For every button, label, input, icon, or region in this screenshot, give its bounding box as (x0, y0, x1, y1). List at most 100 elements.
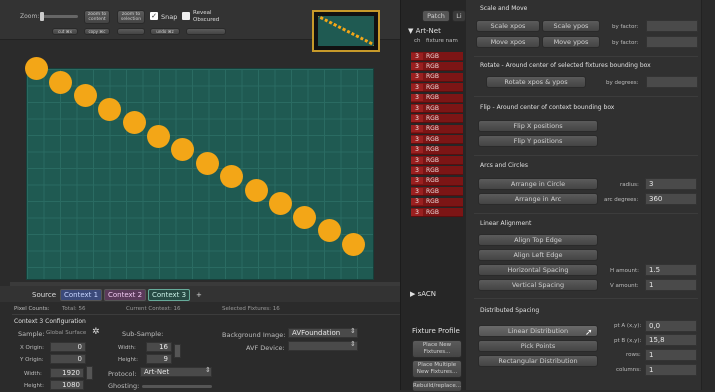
tab-context-2[interactable]: Context 2 (104, 289, 147, 301)
columns-field[interactable]: 1 (645, 364, 697, 376)
sacn-label[interactable]: ▶ sACN (410, 290, 436, 298)
sub-height-field[interactable]: 9 (146, 354, 172, 364)
patch-row[interactable]: 3 RGB (411, 135, 463, 145)
rectangular-distribution-button[interactable]: Rectangular Distribution (478, 355, 598, 367)
arc-degrees-field[interactable]: 360 (645, 193, 697, 205)
radius-field[interactable]: 3 (645, 178, 697, 190)
cut-button[interactable]: cut ⌘x (52, 28, 78, 35)
rebuild-button[interactable]: Rebuild/replace... (412, 380, 462, 392)
height-field[interactable]: 1080 (50, 380, 84, 390)
sub-size-stepper[interactable] (174, 344, 181, 358)
zoom-slider-knob[interactable] (40, 12, 44, 21)
avf-device-select[interactable] (288, 341, 358, 351)
pt-a-field[interactable]: 0,0 (645, 320, 697, 332)
patch-row-fixture: RGB (426, 114, 439, 122)
rotate-degrees-field[interactable] (646, 76, 698, 88)
tab-context-3[interactable]: Context 3 (148, 289, 191, 301)
flip-x-button[interactable]: Flip X positions (478, 120, 598, 132)
vertical-spacing-button[interactable]: Vertical Spacing (478, 279, 598, 291)
patch-row[interactable]: 3 RGB (411, 72, 463, 82)
add-context-button[interactable]: + (192, 289, 206, 301)
undo-button[interactable]: undo ⌘z (150, 28, 180, 35)
redo-button[interactable] (186, 28, 226, 35)
fixture-dot[interactable] (98, 97, 122, 121)
patch-row-fixture: RGB (426, 94, 439, 102)
copy-button[interactable]: copy ⌘c (84, 28, 110, 35)
patch-row[interactable]: 3 RGB (411, 52, 463, 61)
scale-ypos-button[interactable]: Scale ypos (542, 20, 600, 32)
patch-row[interactable]: 3 RGB (411, 62, 463, 72)
sub-width-field[interactable]: 16 (146, 342, 172, 352)
patch-row[interactable]: 3 RGB (411, 93, 463, 103)
pixel-canvas[interactable] (25, 57, 374, 280)
background-image-select[interactable]: AVFoundation (288, 328, 358, 338)
tab-source[interactable]: Source (28, 289, 60, 301)
fixture-dot[interactable] (147, 124, 170, 148)
align-left-edge-button[interactable]: Align Left Edge (478, 249, 598, 261)
align-top-edge-button[interactable]: Align Top Edge (478, 234, 598, 246)
width-stepper[interactable] (86, 366, 93, 380)
ghosting-slider[interactable] (142, 385, 212, 388)
patch-row[interactable]: 3 RGB (411, 124, 463, 134)
patch-row[interactable]: 3 RGB (411, 197, 463, 207)
gear-icon[interactable]: ✲ (92, 327, 100, 337)
by-factor-label-2: by factor: (612, 40, 639, 46)
patch-row[interactable]: 3 RGB (411, 176, 463, 186)
artnet-label[interactable]: ▼ Art-Net (408, 27, 441, 35)
arrange-arc-button[interactable]: Arrange in Arc (478, 193, 598, 205)
patch-row[interactable]: 3 RGB (411, 145, 463, 155)
zoom-to-selection-button[interactable]: zoom to selection (117, 10, 145, 24)
fixture-dot[interactable] (49, 70, 73, 94)
y-origin-field[interactable]: 0 (50, 354, 86, 364)
fixture-dot[interactable] (25, 57, 48, 80)
arc-degrees-label: arc degrees: (604, 197, 639, 203)
flip-y-button[interactable]: Flip Y positions (478, 135, 598, 147)
fixture-dot[interactable] (293, 205, 317, 229)
protocol-select[interactable]: Art-Net (140, 367, 212, 377)
tools-scrollbar[interactable] (701, 0, 715, 390)
zoom-to-content-button[interactable]: zoom to content (84, 10, 110, 24)
sample-value[interactable]: Global Surface (46, 330, 86, 336)
patch-row[interactable]: 3 RGB (411, 166, 463, 176)
place-multiple-fixtures-button[interactable]: Place Multiple New Fixtures... (412, 360, 462, 378)
fixture-dot[interactable] (244, 178, 268, 202)
paste-button[interactable] (117, 28, 145, 35)
arrange-circle-button[interactable]: Arrange in Circle (478, 178, 598, 190)
tab-patch[interactable]: Patch (422, 10, 450, 22)
minimap[interactable] (312, 10, 380, 52)
place-new-fixtures-button[interactable]: Place New Fixtures... (412, 340, 462, 358)
fixture-dot[interactable] (342, 232, 366, 256)
scale-xpos-button[interactable]: Scale xpos (476, 20, 540, 32)
rows-field[interactable]: 1 (645, 349, 697, 361)
reveal-obscured-checkbox[interactable] (182, 12, 190, 20)
fixture-dot[interactable] (73, 84, 97, 107)
move-xpos-button[interactable]: Move xpos (476, 36, 540, 48)
fixture-dot[interactable] (317, 219, 341, 242)
x-origin-field[interactable]: 0 (50, 342, 86, 352)
tab-li[interactable]: Li (452, 10, 466, 22)
pt-b-field[interactable]: 15,8 (645, 334, 697, 346)
fixture-dot[interactable] (195, 151, 219, 175)
patch-row[interactable]: 3 RGB (411, 187, 463, 197)
zoom-slider[interactable] (40, 12, 78, 21)
move-factor-field[interactable] (646, 36, 698, 48)
horizontal-spacing-button[interactable]: Horizontal Spacing (478, 264, 598, 276)
patch-row[interactable]: 3 RGB (411, 83, 463, 93)
patch-row[interactable]: 3 RGB (411, 104, 463, 113)
patch-row[interactable]: 3 RGB (411, 208, 463, 217)
h-amount-field[interactable]: 1.5 (645, 264, 697, 276)
tab-context-1[interactable]: Context 1 (60, 289, 103, 301)
patch-row[interactable]: 3 RGB (411, 156, 463, 165)
y-origin-label: Y Origin: (20, 357, 44, 363)
linear-distribution-button[interactable]: Linear Distribution (478, 325, 598, 337)
rotate-button[interactable]: Rotate xpos & ypos (486, 76, 586, 88)
snap-checkbox[interactable]: ✓ (150, 12, 158, 20)
patch-row[interactable]: 3 RGB (411, 114, 463, 124)
fixture-dot[interactable] (269, 192, 292, 215)
scale-factor-field[interactable] (646, 20, 698, 32)
move-ypos-button[interactable]: Move ypos (542, 36, 600, 48)
v-amount-field[interactable]: 1 (645, 279, 697, 291)
pick-points-button[interactable]: Pick Points (478, 340, 598, 352)
fixture-dot[interactable] (122, 111, 146, 134)
width-field[interactable]: 1920 (50, 368, 84, 378)
